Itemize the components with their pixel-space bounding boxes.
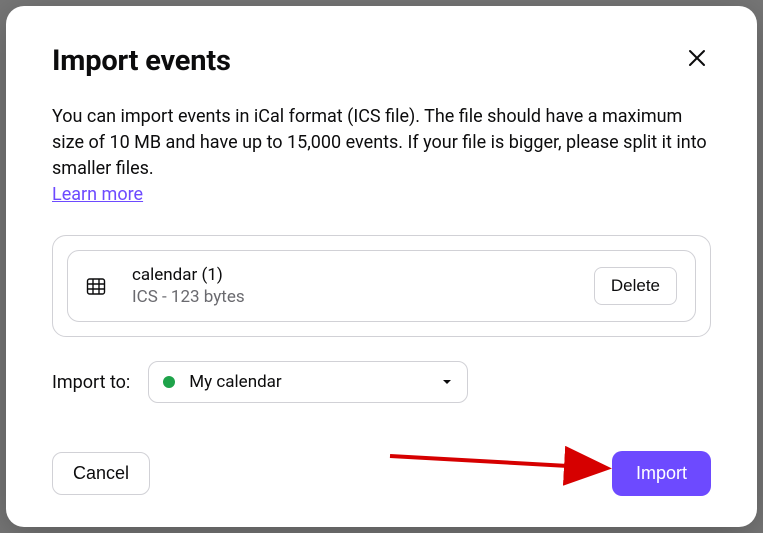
modal-footer: Cancel Import: [52, 451, 711, 496]
calendar-select-value: My calendar: [189, 372, 441, 392]
delete-file-button[interactable]: Delete: [594, 267, 677, 305]
file-name: calendar (1): [132, 265, 594, 285]
file-info: calendar (1) ICS - 123 bytes: [132, 265, 594, 307]
close-button[interactable]: [683, 44, 711, 72]
import-to-label: Import to:: [52, 372, 130, 393]
import-to-row: Import to: My calendar: [52, 361, 711, 403]
cancel-button[interactable]: Cancel: [52, 452, 150, 495]
file-dropzone[interactable]: calendar (1) ICS - 123 bytes Delete: [52, 235, 711, 337]
file-meta: ICS - 123 bytes: [132, 287, 594, 307]
learn-more-link[interactable]: Learn more: [52, 184, 143, 205]
calendar-grid-icon: [86, 276, 106, 296]
calendar-color-dot: [163, 376, 175, 388]
import-events-modal: Import events You can import events in i…: [6, 6, 757, 527]
import-button[interactable]: Import: [612, 451, 711, 496]
modal-description: You can import events in iCal format (IC…: [52, 104, 711, 182]
uploaded-file-card: calendar (1) ICS - 123 bytes Delete: [67, 250, 696, 322]
calendar-select[interactable]: My calendar: [148, 361, 468, 403]
close-icon: [687, 48, 707, 68]
chevron-down-icon: [441, 376, 453, 388]
modal-header: Import events: [52, 44, 711, 78]
modal-title: Import events: [52, 44, 231, 78]
